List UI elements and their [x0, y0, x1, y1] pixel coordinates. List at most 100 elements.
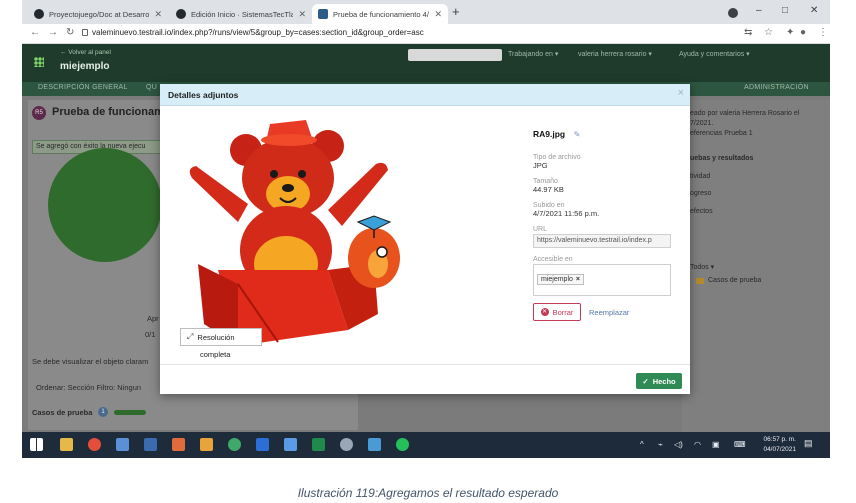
done-button[interactable]: ✓ Hecho: [636, 373, 682, 389]
keyboard-icon[interactable]: ⌨: [734, 440, 746, 449]
full-resolution-label-2: completa: [200, 350, 231, 359]
accessible-in-field[interactable]: miejemplo ×: [533, 264, 671, 296]
browser-tab-2[interactable]: Edición Inicio · SistemasTecTlaxiaco ✕: [170, 4, 312, 24]
windows-start-icon[interactable]: [30, 438, 43, 451]
done-label: Hecho: [652, 376, 676, 386]
nose-shape: [282, 184, 294, 192]
nav-qu[interactable]: QU: [146, 84, 157, 91]
working-on-menu[interactable]: Trabajando en ▾: [508, 50, 558, 58]
dialog-footer: ✓ Hecho: [160, 364, 690, 394]
close-tab-icon[interactable]: ✕: [434, 9, 442, 20]
status-pie-chart: [48, 148, 162, 262]
tray-overflow-icon[interactable]: ^: [640, 440, 644, 449]
sidebar-link-progress[interactable]: ogreso: [690, 190, 711, 197]
photos-icon[interactable]: [368, 438, 381, 451]
sidebar-link-tests[interactable]: uebas y resultados: [690, 155, 753, 162]
git-icon[interactable]: [200, 438, 213, 451]
left-eye-shape: [270, 170, 278, 178]
app-green-icon[interactable]: [228, 438, 241, 451]
edit-pencil-icon[interactable]: ✎: [574, 130, 581, 139]
app-tray-icon[interactable]: ▣: [712, 440, 720, 449]
nav-overview[interactable]: DESCRIPCIÓN GENERAL: [38, 84, 128, 91]
note-text: Se debe visualizar el objeto claram: [32, 357, 149, 366]
project-chip-label: miejemplo: [541, 276, 573, 283]
wifi-icon[interactable]: ◠: [694, 440, 701, 449]
file-size-value: 44.97 KB: [533, 185, 564, 194]
sidebar-link-defects[interactable]: efectos: [690, 208, 713, 215]
clock[interactable]: 06:57 p. m. 04/07/2021: [763, 435, 796, 455]
forward-arrow-icon[interactable]: →: [48, 27, 58, 38]
delete-icon: ✕: [540, 308, 549, 316]
run-badge: R5: [32, 106, 46, 120]
github-icon: [34, 9, 44, 19]
app-header: ← Volver al panel miejemplo Trabajando e…: [22, 44, 830, 82]
test-cases-label: Casos de prueba: [32, 408, 93, 417]
orange-eye-shape: [376, 246, 388, 258]
tree-folder-label[interactable]: Casos de prueba: [708, 277, 761, 284]
expand-icon: ⤢: [187, 332, 194, 341]
app-orange-icon[interactable]: [172, 438, 185, 451]
excel-icon[interactable]: [312, 438, 325, 451]
bookmark-star-icon[interactable]: ☆: [764, 27, 773, 38]
browser-tab-3[interactable]: Prueba de funcionamiento 4/7/2021 ✕: [312, 4, 448, 24]
attachment-info: RA9.jpg ✎ Tipo de archivo JPG Tamaño 44.…: [533, 124, 673, 296]
close-tab-icon[interactable]: ✕: [298, 9, 306, 20]
notifications-icon[interactable]: ▤: [804, 438, 813, 449]
windows-taskbar: ^ ⌁ ◁) ◠ ▣ ⌨ 06:57 p. m. 04/07/2021 ▤: [22, 432, 830, 458]
word-icon[interactable]: [256, 438, 269, 451]
project-name: miejemplo: [60, 61, 110, 72]
profile-dot-icon[interactable]: [728, 8, 738, 18]
tab-label: Edición Inicio · SistemasTecTlaxiaco: [191, 9, 294, 19]
chrome-icon[interactable]: [88, 438, 101, 451]
new-tab-button[interactable]: +: [452, 4, 460, 19]
account-icon[interactable]: ●: [800, 27, 806, 38]
close-window-button[interactable]: ✕: [810, 5, 818, 16]
app-gray-icon[interactable]: [340, 438, 353, 451]
propeller-shape: [356, 215, 392, 231]
full-resolution-label: Resolución: [197, 332, 235, 342]
volume-icon[interactable]: ◁): [674, 440, 683, 449]
extensions-icon[interactable]: ✦: [786, 27, 794, 38]
file-type-value: JPG: [533, 161, 548, 170]
close-icon[interactable]: ×: [678, 87, 684, 99]
remove-chip-icon[interactable]: ×: [576, 276, 580, 283]
back-to-dashboard-link[interactable]: ← Volver al panel: [60, 49, 111, 56]
progress-bar: [114, 410, 146, 415]
address-bar-row: ← → ↻ valeminuevo.testrail.io/index.php?…: [22, 24, 830, 44]
nav-administration[interactable]: ADMINISTRACIÓN: [744, 84, 809, 91]
tree-all-dropdown[interactable]: Todos ▾: [690, 263, 714, 271]
visual-studio-icon[interactable]: [144, 438, 157, 451]
dialog-title: Detalles adjuntos: [168, 90, 239, 100]
maximize-button[interactable]: □: [782, 5, 788, 16]
github-icon: [176, 9, 186, 19]
back-arrow-icon[interactable]: ←: [30, 27, 40, 38]
app-blue-icon[interactable]: [284, 438, 297, 451]
delete-button[interactable]: ✕ Borrar: [533, 303, 581, 321]
user-menu[interactable]: valeria herrera rosario ▾: [578, 50, 652, 58]
close-tab-icon[interactable]: ✕: [154, 9, 162, 20]
browser-tab-1[interactable]: Proyectojuego/Doc at Desarrollo ✕: [28, 4, 168, 24]
hat-brim-shape: [261, 134, 317, 146]
full-resolution-button[interactable]: ⤢ Resolución: [180, 328, 262, 346]
app-cube-icon[interactable]: [116, 438, 129, 451]
replace-link[interactable]: Reemplazar: [589, 308, 629, 317]
translate-icon[interactable]: ⇆: [744, 27, 752, 38]
references-text: eferencias Prueba 1: [690, 130, 753, 137]
menu-kebab-icon[interactable]: ⋮: [818, 27, 828, 38]
browser-tabstrip: Proyectojuego/Doc at Desarrollo ✕ Edició…: [22, 0, 830, 24]
whatsapp-icon[interactable]: [396, 438, 409, 451]
url-field[interactable]: valeminuevo.testrail.io/index.php?/runs/…: [92, 28, 424, 37]
sidebar-link-activity[interactable]: tividad: [690, 173, 710, 180]
help-menu[interactable]: Ayuda y comentarios ▾: [679, 50, 750, 58]
search-input[interactable]: [408, 49, 502, 61]
right-arm-shape: [328, 162, 388, 226]
clock-date: 04/07/2021: [763, 446, 796, 453]
tab-label: Prueba de funcionamiento 4/7/2021: [333, 9, 429, 19]
teddy-bear-illustration: [189, 120, 400, 346]
attachment-url-field[interactable]: https://valeminuevo.testrail.io/index.p: [533, 234, 671, 248]
reload-icon[interactable]: ↻: [66, 27, 74, 38]
file-explorer-icon[interactable]: [60, 438, 73, 451]
network-icon[interactable]: ⌁: [658, 440, 663, 449]
order-filter-bar[interactable]: Ordenar: Sección Filtro: Ningun: [36, 383, 141, 392]
minimize-button[interactable]: –: [756, 5, 762, 16]
